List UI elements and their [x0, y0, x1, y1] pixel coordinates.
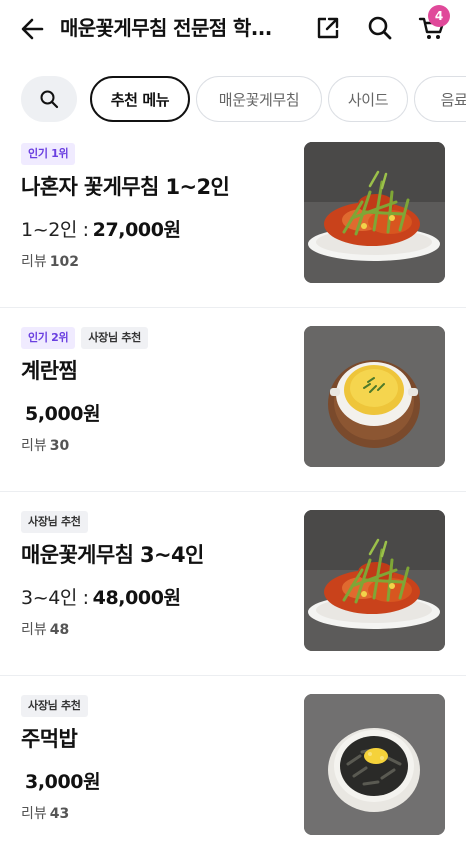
popular-badge: 인기 2위 — [21, 327, 76, 349]
menu-item[interactable]: 인기 2위 사장님 추천 계란찜 5,000원 리뷰 30 — [0, 308, 466, 492]
owner-pick-badge: 사장님 추천 — [81, 327, 148, 349]
page-title: 매운꽃게무침 전문점 학... — [60, 16, 272, 40]
review-number: 30 — [49, 438, 70, 454]
steamed-egg-dish-image — [304, 326, 445, 467]
review-number: 43 — [49, 806, 70, 822]
owner-pick-badge: 사장님 추천 — [21, 511, 88, 533]
menu-item[interactable]: 사장님 추천 매운꽃게무침 3~4인 3~4인 :48,000원 리뷰 48 — [0, 492, 466, 676]
menu-item-name: 나혼자 꽃게무침 1~2인 — [21, 175, 230, 199]
menu-item-photo — [304, 142, 445, 283]
price-value: 48,000원 — [92, 587, 181, 609]
review-label: 리뷰 — [21, 438, 47, 454]
review-label: 리뷰 — [21, 622, 47, 638]
menu-item-name: 매운꽃게무침 3~4인 — [21, 543, 204, 567]
price-row: 3,000원 — [21, 768, 101, 796]
badge-group: 사장님 추천 — [21, 695, 88, 717]
search-icon — [40, 90, 59, 109]
search-button[interactable] — [364, 12, 396, 44]
review-count: 리뷰 48 — [21, 620, 69, 640]
price-row: 5,000원 — [21, 400, 101, 428]
rice-ball-dish-image — [304, 694, 445, 835]
review-number: 102 — [49, 254, 79, 270]
popular-badge: 인기 1위 — [21, 143, 76, 165]
category-tabs: 추천 메뉴 매운꽃게무침 사이드 음료 — [0, 76, 466, 122]
tab-side[interactable]: 사이드 — [328, 76, 408, 122]
tab-drinks[interactable]: 음료 — [414, 76, 466, 122]
share-button[interactable] — [312, 12, 344, 44]
menu-item-photo — [304, 510, 445, 651]
menu-item-photo — [304, 694, 445, 835]
review-label: 리뷰 — [21, 806, 47, 822]
share-icon — [317, 17, 339, 39]
review-count: 리뷰 30 — [21, 436, 69, 456]
review-number: 48 — [49, 622, 70, 638]
review-count: 리뷰 43 — [21, 804, 69, 824]
menu-item-name: 주먹밥 — [21, 727, 78, 751]
menu-list: 인기 1위 나혼자 꽃게무침 1~2인 1~2인 :27,000원 리뷰102 — [0, 124, 466, 860]
tab-recommended[interactable]: 추천 메뉴 — [90, 76, 190, 122]
price-option: 3~4인 : — [21, 587, 89, 609]
price-value: 5,000원 — [25, 403, 101, 425]
search-icon — [368, 16, 392, 40]
badge-group: 사장님 추천 — [21, 511, 88, 533]
owner-pick-badge: 사장님 추천 — [21, 695, 88, 717]
spicy-crab-dish-image — [304, 510, 445, 651]
menu-item-photo — [304, 326, 445, 467]
price-row: 1~2인 :27,000원 — [21, 216, 181, 244]
menu-search-button[interactable] — [21, 76, 77, 122]
price-value: 27,000원 — [92, 219, 181, 241]
top-app-bar: 매운꽃게무침 전문점 학... 4 — [0, 0, 466, 58]
cart-count-badge: 4 — [428, 5, 450, 27]
review-count: 리뷰 102 — [21, 252, 79, 272]
back-button[interactable] — [18, 14, 48, 44]
spicy-crab-dish-image — [304, 142, 445, 283]
badge-group: 인기 2위 사장님 추천 — [21, 327, 148, 349]
menu-item[interactable]: 인기 1위 나혼자 꽃게무침 1~2인 1~2인 :27,000원 리뷰 102 — [0, 124, 466, 308]
tab-spicy-crab[interactable]: 매운꽃게무침 — [196, 76, 322, 122]
menu-item[interactable]: 사장님 추천 주먹밥 3,000원 리뷰 43 — [0, 676, 466, 860]
price-value: 3,000원 — [25, 771, 101, 793]
price-option: 1~2인 : — [21, 219, 89, 241]
review-label: 리뷰 — [21, 254, 47, 270]
badge-group: 인기 1위 — [21, 143, 76, 165]
arrow-left-icon — [21, 18, 44, 40]
menu-item-name: 계란찜 — [21, 359, 78, 383]
price-row: 3~4인 :48,000원 — [21, 584, 181, 612]
